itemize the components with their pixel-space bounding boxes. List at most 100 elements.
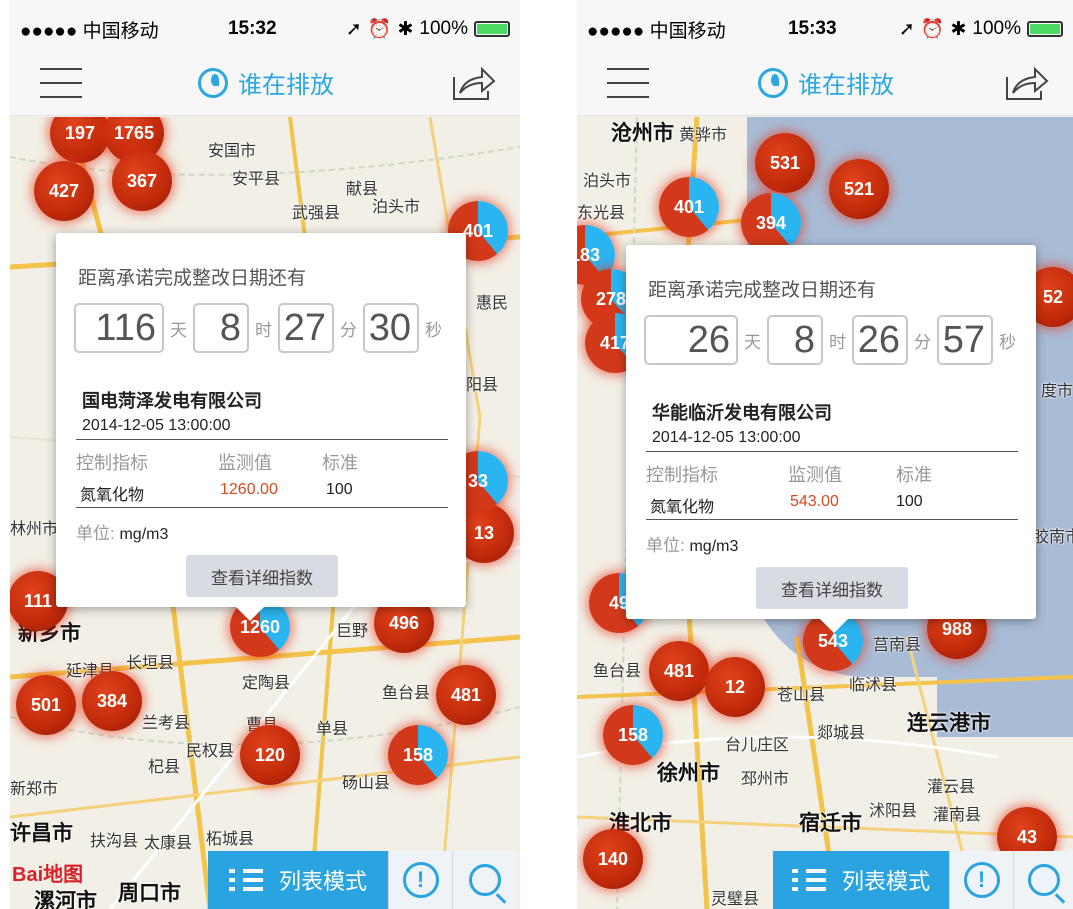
map-label: 兰考县 [142,715,191,732]
list-icon [228,869,263,891]
map-label: 武强县 [292,205,341,222]
battery-percent: 100% [419,18,468,39]
list-mode-button[interactable]: 列表模式 [208,851,388,909]
app-title: 谁在排放 [198,65,334,100]
emission-marker[interactable]: 384 [82,671,142,731]
map-label: 连云港市 [907,712,991,735]
emission-marker[interactable]: 481 [436,665,496,725]
countdown-minutes: 27 [278,303,334,353]
phone-screen-right: ●●●●● 中国移动 15:33 ➚ ⏰ ✱ 100% 谁在排放 沧州市 黄骅市… [577,0,1073,909]
emission-marker[interactable]: 158 [603,705,663,765]
countdown-timer: 116 天 8 时 27 分 30 秒 [74,303,442,353]
map-label: 度市 [1041,383,1073,400]
countdown-hours: 8 [767,315,823,365]
header-indicator: 控制指标 [76,453,148,473]
location-icon: ➚ [898,18,915,40]
emission-marker[interactable]: 521 [829,159,889,219]
seconds-unit: 秒 [425,320,442,340]
map-label: 黄骅市 [679,127,728,144]
search-button[interactable] [452,851,516,909]
baidu-map-logo: Bai地图 [12,864,84,886]
seconds-unit: 秒 [999,332,1016,352]
app-title-text: 谁在排放 [238,72,334,99]
list-mode-label: 列表模式 [278,869,367,894]
view-details-button[interactable]: 查看详细指数 [756,567,908,609]
minutes-unit: 分 [340,320,357,340]
list-mode-button[interactable]: 列表模式 [773,851,949,909]
menu-icon[interactable] [40,67,82,98]
share-icon[interactable] [1003,63,1049,103]
search-button[interactable] [1013,851,1073,909]
emission-marker[interactable]: 158 [388,725,448,785]
bottom-toolbar: 列表模式 ! [773,851,1073,909]
map-label: 泊头市 [583,173,632,190]
unit-line: 单位: mg/m3 [76,519,168,544]
emission-marker[interactable]: 12 [705,657,765,717]
map-label: 安平县 [232,171,281,188]
days-unit: 天 [170,320,187,340]
emission-marker[interactable]: 481 [649,641,709,701]
map-label: 许昌市 [10,822,73,845]
map-view[interactable]: 安国市 安平县 献县 武强县 泊头市 惠民 阳县 林州市 新乡市 延津县 长垣县… [10,117,520,909]
clock: 15:33 [787,18,837,39]
hours-unit: 时 [829,332,846,352]
hours-unit: 时 [255,320,272,340]
map-view[interactable]: 沧州市 黄骅市 泊头市 东光县 莒南县 鱼台县 苍山县 临沭县 连云港市 台儿庄… [577,117,1073,909]
app-title-text: 谁在排放 [798,72,894,99]
indicator-name: 氮氧化物 [80,487,145,504]
map-label: 柘城县 [206,831,255,848]
map-label: 扶沟县 [90,833,139,850]
emission-marker[interactable]: 140 [583,829,643,889]
countdown-heading: 距离承诺完成整改日期还有 [648,280,877,301]
header-value: 监测值 [218,453,272,473]
alarm-icon: ⏰ [367,19,392,40]
alert-button[interactable]: ! [388,851,452,909]
countdown-hours: 8 [193,303,249,353]
map-label: 胶南市 [1033,529,1073,546]
emission-marker[interactable]: 120 [240,725,300,785]
emission-marker[interactable]: 367 [112,151,172,211]
header-standard: 标准 [896,465,932,485]
exclamation-icon: ! [963,862,1000,898]
minutes-unit: 分 [914,332,931,352]
countdown-seconds: 57 [937,315,993,365]
carrier-label: ●●●●● 中国移动 [20,20,159,42]
map-label: 灌南县 [933,807,982,824]
map-label: 宿迁市 [799,812,862,835]
map-label: 灵璧县 [711,891,760,908]
emission-marker[interactable]: 401 [659,177,719,237]
emission-marker[interactable]: 427 [34,161,94,221]
share-icon[interactable] [450,63,496,103]
map-label: 邳州市 [741,771,790,788]
company-name: 国电菏泽发电有限公司 [82,391,262,411]
battery-icon [1027,21,1063,37]
map-label: 巨野 [336,623,369,640]
view-details-button[interactable]: 查看详细指数 [186,555,338,597]
emission-marker[interactable]: 501 [16,675,76,735]
alert-button[interactable]: ! [949,851,1013,909]
emission-marker[interactable]: 531 [755,133,815,193]
divider [76,507,448,508]
map-label: 单县 [316,721,349,738]
map-label: 临沭县 [849,677,898,694]
map-label: 灌云县 [927,779,976,796]
search-icon [1027,864,1060,896]
bottom-toolbar: 列表模式 ! [208,851,516,909]
emission-marker[interactable]: 394 [741,193,801,253]
countdown-minutes: 26 [852,315,908,365]
map-label: 苍山县 [777,687,826,704]
divider [646,451,1018,452]
app-logo-icon [198,67,228,98]
unit-line: 单位: mg/m3 [646,531,738,556]
days-unit: 天 [744,332,761,352]
unit-label: 单位: [76,524,115,543]
header-standard: 标准 [322,453,358,473]
divider [76,439,448,440]
battery-percent: 100% [972,18,1021,39]
bluetooth-icon: ✱ [950,18,967,40]
menu-icon[interactable] [607,67,649,98]
exclamation-icon: ! [402,862,439,898]
map-label: 砀山县 [342,775,391,792]
list-icon [791,869,826,891]
map-label: 鱼台县 [593,663,642,680]
